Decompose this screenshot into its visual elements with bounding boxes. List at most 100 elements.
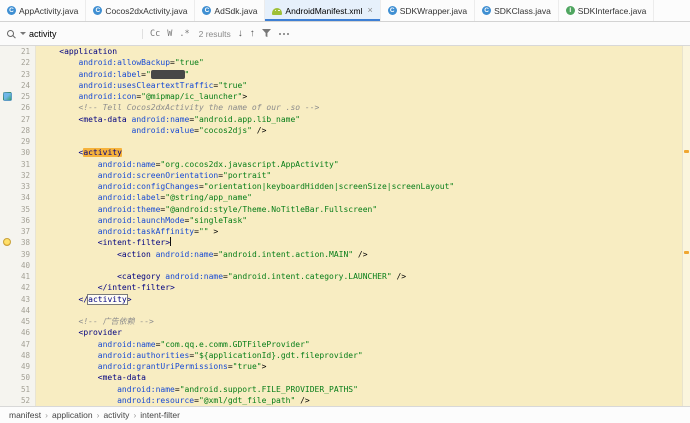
match-case-toggle[interactable]: Cc bbox=[150, 29, 160, 39]
gutter: 50 bbox=[0, 372, 36, 384]
gutter: 36 bbox=[0, 214, 36, 226]
code-line-27[interactable]: 27 <meta-data android:name="android.app.… bbox=[0, 113, 682, 125]
search-history-chevron-icon[interactable] bbox=[20, 32, 26, 35]
breadcrumb-item-activity[interactable]: activity bbox=[103, 410, 129, 420]
search-icon[interactable] bbox=[7, 29, 17, 39]
tab-sdkwrapper-java[interactable]: SDKWrapper.java bbox=[381, 0, 476, 21]
next-match-button[interactable]: ↓ bbox=[238, 28, 243, 39]
code-text: android:resource="@xml/gdt_file_path" /> bbox=[36, 395, 310, 406]
code-line-28[interactable]: 28 android:value="cocos2djs" /> bbox=[0, 124, 682, 136]
gutter: 34 bbox=[0, 192, 36, 204]
code-line-31[interactable]: 31 android:name="org.cocos2dx.javascript… bbox=[0, 158, 682, 170]
code-line-47[interactable]: 47 android:name="com.qq.e.comm.GDTFilePr… bbox=[0, 338, 682, 350]
breadcrumb-item-manifest[interactable]: manifest bbox=[9, 410, 41, 420]
code-text: android:configChanges="orientation|keybo… bbox=[36, 181, 454, 192]
find-bar: activity Cc W .* 2 results ↓ ↑ bbox=[0, 22, 690, 46]
code-token: android:label bbox=[97, 193, 161, 203]
gutter: 40 bbox=[0, 259, 36, 271]
line-number: 48 bbox=[20, 350, 30, 360]
code-line-25[interactable]: 25 android:icon="@mipmap/ic_launcher"> bbox=[0, 91, 682, 103]
tab-androidmanifest-xml[interactable]: AndroidManifest.xml × bbox=[265, 0, 381, 21]
code-token: <application bbox=[59, 47, 118, 56]
search-result-mark[interactable] bbox=[684, 251, 689, 255]
code-line-26[interactable]: 26 <!-- Tell Cocos2dxActivity the name o… bbox=[0, 102, 682, 114]
tab-label: AndroidManifest.xml bbox=[285, 5, 363, 16]
code-line-43[interactable]: 43 </activity> bbox=[0, 293, 682, 305]
code-token: "@xml/gdt_file_path" bbox=[198, 395, 296, 405]
code-token: "true" bbox=[218, 80, 248, 90]
tab-sdkinterface-java[interactable]: SDKInterface.java bbox=[559, 0, 655, 21]
prev-match-button[interactable]: ↑ bbox=[250, 28, 255, 39]
tab-sdkclass-java[interactable]: SDKClass.java bbox=[475, 0, 559, 21]
code-token: android:label bbox=[78, 69, 142, 79]
code-token: /> bbox=[251, 125, 267, 135]
code-line-21[interactable]: 21 <application bbox=[0, 46, 682, 58]
tab-appactivity-java[interactable]: AppActivity.java bbox=[0, 0, 87, 21]
code-text: android:label="@string/app_name" bbox=[36, 192, 252, 203]
code-line-33[interactable]: 33 android:configChanges="orientation|ke… bbox=[0, 181, 682, 193]
code-token: "android.app.lib_name" bbox=[194, 114, 301, 124]
editor[interactable]: 21 <application 22 android:allowBackup="t… bbox=[0, 46, 690, 406]
more-options-icon[interactable] bbox=[278, 32, 290, 35]
code-line-23[interactable]: 23 android:label=" " bbox=[0, 68, 682, 80]
search-result-mark[interactable] bbox=[684, 150, 689, 154]
code-line-49[interactable]: 49 android:grantUriPermissions="true"> bbox=[0, 361, 682, 373]
code-line-46[interactable]: 46 <provider bbox=[0, 327, 682, 339]
regex-toggle[interactable]: .* bbox=[179, 29, 189, 39]
breadcrumb-item-intent-filter[interactable]: intent-filter bbox=[140, 410, 180, 420]
code-line-51[interactable]: 51 android:name="android.support.FILE_PR… bbox=[0, 383, 682, 395]
code-line-41[interactable]: 41 <category android:name="android.inten… bbox=[0, 271, 682, 283]
search-field[interactable]: activity bbox=[7, 28, 143, 39]
code-token: android:authorities bbox=[97, 350, 190, 360]
code-line-36[interactable]: 36 android:launchMode="singleTask" bbox=[0, 214, 682, 226]
code-line-52[interactable]: 52 android:resource="@xml/gdt_file_path"… bbox=[0, 394, 682, 406]
error-stripe[interactable] bbox=[682, 46, 690, 406]
words-toggle[interactable]: W bbox=[167, 29, 172, 39]
breadcrumb-item-application[interactable]: application bbox=[52, 410, 93, 420]
tab-cocos2dxactivity-java[interactable]: Cocos2dxActivity.java bbox=[86, 0, 196, 21]
code-line-45[interactable]: 45 <!-- 广告依赖 --> bbox=[0, 316, 682, 328]
tab-adsdk-java[interactable]: AdSdk.java bbox=[195, 0, 266, 21]
code-line-29[interactable]: 29 bbox=[0, 136, 682, 148]
code-line-50[interactable]: 50 <meta-data bbox=[0, 372, 682, 384]
bulb-icon[interactable] bbox=[3, 238, 11, 247]
code-line-30[interactable]: 30 <activity bbox=[0, 147, 682, 159]
editor-tab-bar: AppActivity.java Cocos2dxActivity.java AdS… bbox=[0, 0, 690, 22]
code-line-42[interactable]: 42 </intent-filter> bbox=[0, 282, 682, 294]
line-number: 32 bbox=[20, 170, 30, 180]
code-line-40[interactable]: 40 bbox=[0, 259, 682, 271]
code-line-32[interactable]: 32 android:screenOrientation="portrait" bbox=[0, 169, 682, 181]
code-text: android:allowBackup="true" bbox=[36, 57, 204, 68]
code-line-24[interactable]: 24 android:usesCleartextTraffic="true" bbox=[0, 79, 682, 91]
line-number: 47 bbox=[20, 339, 30, 349]
code-line-22[interactable]: 22 android:allowBackup="true" bbox=[0, 57, 682, 69]
code-line-37[interactable]: 37 android:taskAffinity="" > bbox=[0, 226, 682, 238]
close-tab-icon[interactable]: × bbox=[367, 6, 372, 15]
code-line-48[interactable]: 48 android:authorities="${applicationId}… bbox=[0, 349, 682, 361]
code-token: "@mipmap/ic_launcher" bbox=[141, 92, 243, 101]
tab-label: SDKInterface.java bbox=[577, 5, 647, 16]
code-token: "android.intent.category.LAUNCHER" bbox=[227, 272, 392, 281]
code-line-34[interactable]: 34 android:label="@string/app_name" bbox=[0, 192, 682, 204]
filter-icon[interactable] bbox=[261, 29, 271, 38]
code-token: > bbox=[208, 227, 219, 236]
code-token: /> bbox=[295, 395, 310, 405]
line-number: 43 bbox=[20, 294, 30, 304]
code-text: android:icon="@mipmap/ic_launcher"> bbox=[36, 91, 248, 102]
code-token: "@android:style/Theme.NoTitleBar.Fullscr… bbox=[165, 204, 378, 214]
line-number: 26 bbox=[20, 103, 30, 113]
results-count: 2 results bbox=[198, 28, 231, 39]
gutter: 27 bbox=[0, 113, 36, 125]
code-text: android:screenOrientation="portrait" bbox=[36, 170, 271, 181]
code-token: /> bbox=[391, 272, 407, 281]
tab-label: AppActivity.java bbox=[19, 5, 79, 16]
code-line-35[interactable]: 35 android:theme="@android:style/Theme.N… bbox=[0, 203, 682, 215]
gutter: 28 bbox=[0, 124, 36, 136]
code-line-44[interactable]: 44 bbox=[0, 304, 682, 316]
search-input[interactable]: activity bbox=[29, 29, 134, 39]
code-line-38[interactable]: 38 <intent-filter> bbox=[0, 237, 682, 249]
code-line-39[interactable]: 39 <action android:name="android.intent.… bbox=[0, 248, 682, 260]
